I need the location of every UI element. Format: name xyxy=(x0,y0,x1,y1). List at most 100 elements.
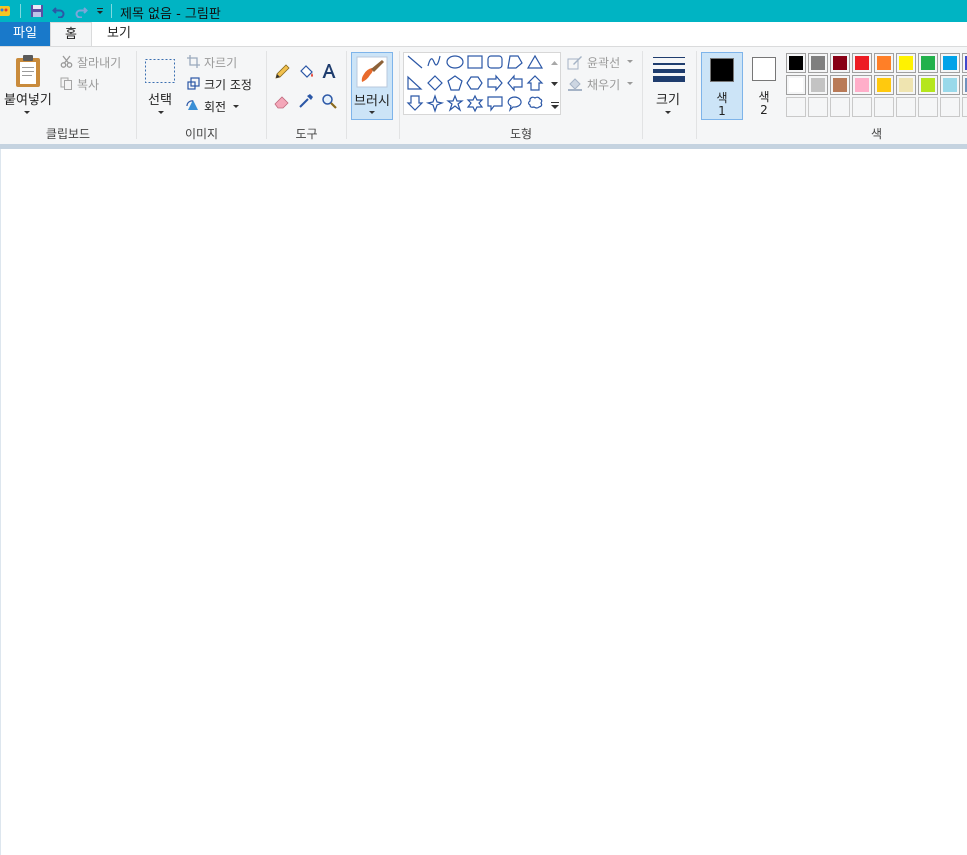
up-arrow-shape-icon[interactable] xyxy=(526,75,544,91)
pencil-icon[interactable] xyxy=(273,63,291,81)
palette-swatch[interactable] xyxy=(808,75,828,95)
color-1-button[interactable]: 색 1 xyxy=(701,52,743,120)
color-1-number: 1 xyxy=(718,104,726,118)
rounded-rectangle-shape-icon[interactable] xyxy=(487,55,503,69)
gallery-scroll-down[interactable] xyxy=(548,74,561,94)
hexagon-shape-icon[interactable] xyxy=(466,76,483,90)
palette-swatch-empty[interactable] xyxy=(940,97,960,117)
shapes-group-label: 도형 xyxy=(509,127,533,141)
copy-button[interactable]: 복사 xyxy=(77,76,99,93)
window-title: 제목 없음 - 그림판 xyxy=(120,7,221,22)
palette-swatch[interactable] xyxy=(808,53,828,73)
palette-swatch[interactable] xyxy=(874,75,894,95)
palette-swatch-fill xyxy=(833,78,847,92)
rotate-button[interactable]: 회전 xyxy=(204,98,226,115)
palette-swatch[interactable] xyxy=(830,53,850,73)
five-point-star-shape-icon[interactable] xyxy=(446,94,464,112)
down-arrow-shape-icon[interactable] xyxy=(406,95,424,111)
palette-swatch[interactable] xyxy=(786,53,806,73)
save-icon[interactable] xyxy=(29,3,45,19)
resize-button[interactable]: 크기 조정 xyxy=(204,76,252,93)
clipboard-paste-icon[interactable] xyxy=(11,53,45,89)
line-shape-icon[interactable] xyxy=(407,55,423,69)
palette-swatch[interactable] xyxy=(852,75,872,95)
palette-swatch[interactable] xyxy=(896,75,916,95)
palette-swatch-empty[interactable] xyxy=(852,97,872,117)
color-picker-icon[interactable] xyxy=(297,92,315,110)
palette-swatch[interactable] xyxy=(852,53,872,73)
palette-swatch-fill xyxy=(811,78,825,92)
six-point-star-shape-icon[interactable] xyxy=(466,94,484,113)
right-triangle-shape-icon[interactable] xyxy=(407,75,423,90)
polygon-shape-icon[interactable] xyxy=(507,55,523,69)
palette-swatch-empty[interactable] xyxy=(808,97,828,117)
oval-shape-icon[interactable] xyxy=(446,55,464,69)
palette-swatch-empty[interactable] xyxy=(786,97,806,117)
fill-button[interactable]: 채우기 xyxy=(587,76,620,93)
select-rectangle-icon[interactable] xyxy=(144,57,176,85)
customize-toolbar-icon[interactable] xyxy=(92,3,108,19)
palette-swatch-empty[interactable] xyxy=(830,97,850,117)
rectangle-shape-icon[interactable] xyxy=(467,55,483,69)
tab-file[interactable]: 파일 xyxy=(0,22,50,46)
text-tool-icon[interactable] xyxy=(320,62,338,80)
fill-dropdown-arrow[interactable] xyxy=(627,82,633,85)
palette-swatch[interactable] xyxy=(918,75,938,95)
drawing-canvas[interactable] xyxy=(0,149,967,855)
palette-swatch[interactable] xyxy=(962,75,967,95)
cut-button[interactable]: 잘라내기 xyxy=(77,54,121,71)
tab-view[interactable]: 보기 xyxy=(92,22,146,46)
resize-icon xyxy=(186,76,200,90)
rotate-dropdown-arrow[interactable] xyxy=(233,105,239,108)
size-lines-icon[interactable] xyxy=(651,54,687,84)
crop-button[interactable]: 자르기 xyxy=(204,54,237,71)
color-2-button[interactable]: 색 2 xyxy=(744,52,784,120)
rectangular-callout-shape-icon[interactable] xyxy=(487,96,503,112)
palette-swatch[interactable] xyxy=(940,75,960,95)
palette-swatch[interactable] xyxy=(940,53,960,73)
gallery-scroll-up[interactable] xyxy=(548,52,561,72)
size-dropdown-arrow[interactable] xyxy=(665,111,671,114)
cloud-callout-shape-icon[interactable] xyxy=(527,96,543,109)
brush-icon xyxy=(356,56,388,88)
undo-icon[interactable] xyxy=(51,3,67,19)
palette-swatch-fill xyxy=(789,78,803,92)
select-dropdown-arrow[interactable] xyxy=(158,111,164,114)
diamond-shape-icon[interactable] xyxy=(427,75,443,91)
paint-app-icon[interactable] xyxy=(0,3,12,19)
tab-home[interactable]: 홈 xyxy=(50,22,92,47)
palette-swatch-empty[interactable] xyxy=(918,97,938,117)
palette-swatch[interactable] xyxy=(786,75,806,95)
brushes-button[interactable]: 브러시 xyxy=(351,52,393,120)
fill-bucket-icon[interactable] xyxy=(297,63,315,81)
select-button[interactable]: 선택 xyxy=(148,89,172,108)
four-point-star-shape-icon[interactable] xyxy=(425,94,445,113)
paste-button[interactable]: 붙여넣기 xyxy=(4,89,52,108)
palette-swatch-empty[interactable] xyxy=(874,97,894,117)
palette-swatch[interactable] xyxy=(830,75,850,95)
palette-swatch-empty[interactable] xyxy=(962,97,967,117)
palette-swatch[interactable] xyxy=(896,53,916,73)
image-group-label: 이미지 xyxy=(184,127,219,141)
paste-dropdown-arrow[interactable] xyxy=(24,111,30,114)
palette-swatch-empty[interactable] xyxy=(896,97,916,117)
oval-callout-shape-icon[interactable] xyxy=(507,96,522,112)
triangle-shape-icon[interactable] xyxy=(526,54,544,69)
canvas-left-edge xyxy=(0,149,1,855)
left-arrow-shape-icon[interactable] xyxy=(507,74,523,92)
gallery-expand[interactable] xyxy=(548,95,561,115)
palette-swatch[interactable] xyxy=(918,53,938,73)
group-divider xyxy=(642,51,643,139)
palette-swatch-fill xyxy=(943,56,957,70)
curve-shape-icon[interactable] xyxy=(427,55,441,67)
palette-swatch[interactable] xyxy=(874,53,894,73)
palette-swatch[interactable] xyxy=(962,53,967,73)
size-button[interactable]: 크기 xyxy=(656,89,680,108)
pentagon-shape-icon[interactable] xyxy=(447,75,463,91)
outline-dropdown-arrow[interactable] xyxy=(627,60,633,63)
eraser-icon[interactable] xyxy=(273,92,291,110)
redo-icon[interactable] xyxy=(73,3,89,19)
magnifier-icon[interactable] xyxy=(320,92,338,110)
outline-button[interactable]: 윤곽선 xyxy=(587,54,620,71)
right-arrow-shape-icon[interactable] xyxy=(487,74,503,92)
